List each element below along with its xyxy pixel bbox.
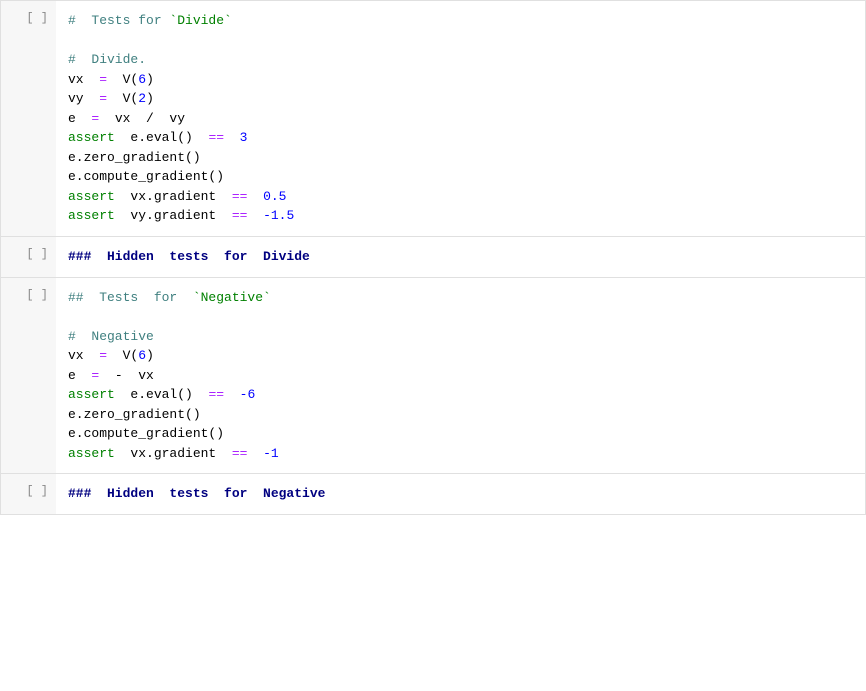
cell-1[interactable]: [ ] # Tests for `Divide` # Divide. vx = V(… bbox=[0, 0, 866, 236]
token-plain bbox=[224, 387, 240, 402]
code-line: assert vy.gradient == -1.5 bbox=[68, 206, 853, 226]
code-line: assert e.eval() == -6 bbox=[68, 385, 853, 405]
token-plain: vx.gradient bbox=[115, 189, 232, 204]
token-plain bbox=[247, 208, 263, 223]
token-num: 6 bbox=[138, 72, 146, 87]
token-plain: e.zero_gradient() bbox=[68, 407, 201, 422]
code-line: vx = V(6) bbox=[68, 346, 853, 366]
token-comment: ## Tests for bbox=[68, 290, 193, 305]
token-op: == bbox=[208, 387, 224, 402]
token-num: 0.5 bbox=[263, 189, 286, 204]
token-plain: e.compute_gradient() bbox=[68, 169, 224, 184]
token-plain bbox=[247, 189, 263, 204]
token-op: == bbox=[232, 446, 248, 461]
token-header: ### Hidden tests for Negative bbox=[68, 486, 325, 501]
token-op: = bbox=[99, 91, 107, 106]
token-op: == bbox=[232, 189, 248, 204]
code-line bbox=[68, 31, 853, 51]
token-assert: assert bbox=[68, 387, 115, 402]
token-neg-num: -1.5 bbox=[263, 208, 294, 223]
token-plain: e.compute_gradient() bbox=[68, 426, 224, 441]
code-line: e = - vx bbox=[68, 366, 853, 386]
code-line: e.compute_gradient() bbox=[68, 424, 853, 444]
code-line: # Divide. bbox=[68, 50, 853, 70]
code-line: ### Hidden tests for Divide bbox=[68, 247, 853, 267]
token-backtick: `Divide` bbox=[169, 13, 231, 28]
token-plain: e bbox=[68, 368, 91, 383]
code-line: vy = V(2) bbox=[68, 89, 853, 109]
token-op: == bbox=[208, 130, 224, 145]
token-num: 3 bbox=[240, 130, 248, 145]
token-plain bbox=[224, 130, 240, 145]
token-comment: # Negative bbox=[68, 329, 154, 344]
code-line: assert vx.gradient == -1 bbox=[68, 444, 853, 464]
cell-gutter[interactable]: [ ] bbox=[1, 278, 56, 474]
token-op: == bbox=[232, 208, 248, 223]
token-comment: # Tests for bbox=[68, 13, 169, 28]
token-assert: assert bbox=[68, 208, 115, 223]
token-plain: vx bbox=[68, 348, 99, 363]
notebook: [ ] # Tests for `Divide` # Divide. vx = V(… bbox=[0, 0, 866, 691]
cell-3[interactable]: [ ] ## Tests for `Negative` # Negative vx … bbox=[0, 277, 866, 474]
token-plain: ) bbox=[146, 72, 154, 87]
token-plain: V( bbox=[107, 91, 138, 106]
token-backtick: `Negative` bbox=[193, 290, 271, 305]
cell-gutter[interactable]: [ ] bbox=[1, 237, 56, 277]
code-line: # Negative bbox=[68, 327, 853, 347]
token-assert: assert bbox=[68, 130, 115, 145]
cell-content: ### Hidden tests for Negative bbox=[56, 474, 865, 514]
code-line: e = vx / vy bbox=[68, 109, 853, 129]
token-plain: - vx bbox=[99, 368, 154, 383]
token-plain: e.eval() bbox=[115, 387, 209, 402]
token-op: = bbox=[99, 72, 107, 87]
token-comment: # Divide. bbox=[68, 52, 146, 67]
cell-4[interactable]: [ ] ### Hidden tests for Negative bbox=[0, 473, 866, 515]
cell-gutter[interactable]: [ ] bbox=[1, 474, 56, 514]
code-line: vx = V(6) bbox=[68, 70, 853, 90]
code-line: assert e.eval() == 3 bbox=[68, 128, 853, 148]
cell-content: # Tests for `Divide` # Divide.vx = V(6)v… bbox=[56, 1, 865, 236]
token-num: 2 bbox=[138, 91, 146, 106]
token-plain: e bbox=[68, 111, 91, 126]
token-assert: assert bbox=[68, 189, 115, 204]
token-plain: e.eval() bbox=[115, 130, 209, 145]
code-line: assert vx.gradient == 0.5 bbox=[68, 187, 853, 207]
token-neg-num: -6 bbox=[240, 387, 256, 402]
cell-2[interactable]: [ ] ### Hidden tests for Divide bbox=[0, 236, 866, 277]
token-header: ### Hidden tests for Divide bbox=[68, 249, 310, 264]
token-plain: vx / vy bbox=[99, 111, 185, 126]
token-plain: vy bbox=[68, 91, 99, 106]
token-plain: ) bbox=[146, 91, 154, 106]
cell-content: ## Tests for `Negative` # Negative vx = V… bbox=[56, 278, 865, 474]
code-line: e.zero_gradient() bbox=[68, 148, 853, 168]
token-plain bbox=[247, 446, 263, 461]
token-plain: vy.gradient bbox=[115, 208, 232, 223]
cell-gutter[interactable]: [ ] bbox=[1, 1, 56, 236]
token-plain: vx bbox=[68, 72, 99, 87]
token-assert: assert bbox=[68, 446, 115, 461]
token-plain: V( bbox=[107, 72, 138, 87]
code-line: ### Hidden tests for Negative bbox=[68, 484, 853, 504]
cell-content: ### Hidden tests for Divide bbox=[56, 237, 865, 277]
code-line: ## Tests for `Negative` bbox=[68, 288, 853, 308]
token-plain: vx.gradient bbox=[115, 446, 232, 461]
token-plain: ) bbox=[146, 348, 154, 363]
token-num: 6 bbox=[138, 348, 146, 363]
code-line bbox=[68, 307, 853, 327]
token-plain: e.zero_gradient() bbox=[68, 150, 201, 165]
token-plain: V( bbox=[107, 348, 138, 363]
code-line: e.zero_gradient() bbox=[68, 405, 853, 425]
code-line: # Tests for `Divide` bbox=[68, 11, 853, 31]
token-neg-num: -1 bbox=[263, 446, 279, 461]
code-line: e.compute_gradient() bbox=[68, 167, 853, 187]
token-op: = bbox=[99, 348, 107, 363]
